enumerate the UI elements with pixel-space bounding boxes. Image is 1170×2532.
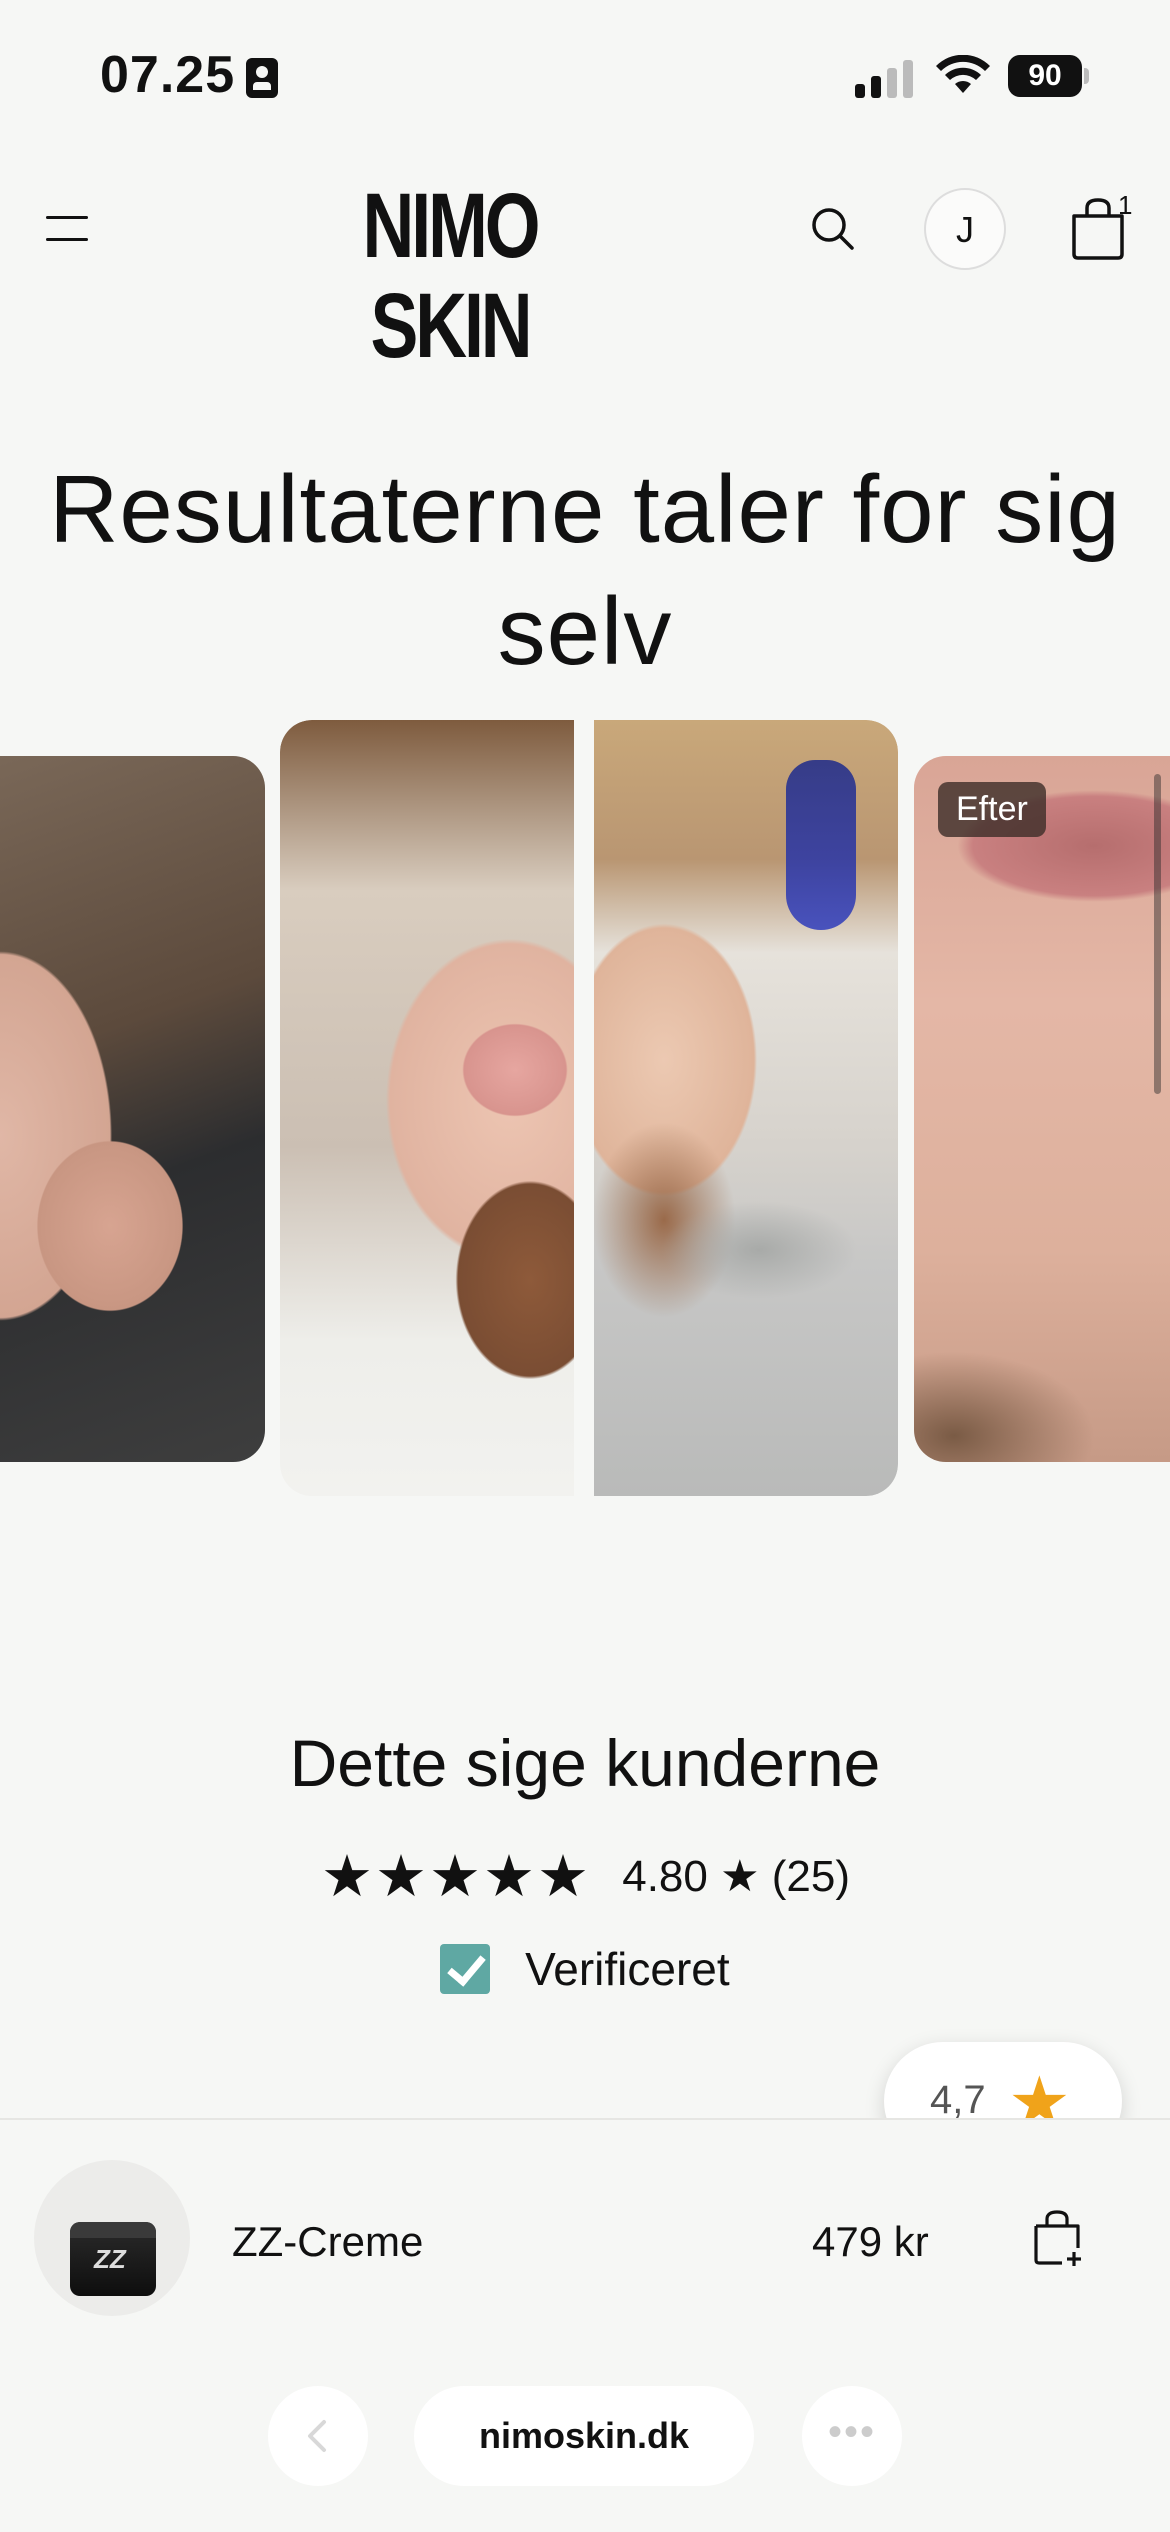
search-icon[interactable] [808, 204, 858, 254]
verified-badge: Verificeret [0, 1938, 1170, 1996]
battery-level: 90 [1008, 55, 1082, 97]
product-thumbnail[interactable] [34, 2160, 190, 2316]
hero-headline: Resultaterne taler for sig selv [49, 456, 1121, 686]
cellular-signal-icon [855, 58, 915, 98]
star-rating-icons: ★★★★★ [320, 1842, 590, 1910]
scrollbar-thumb[interactable] [1154, 774, 1161, 1094]
after-badge: Efter [938, 782, 1046, 837]
account-avatar[interactable]: J [924, 188, 1006, 270]
status-bar: 07.25 90 [0, 0, 1170, 150]
product-jar-image [70, 2222, 156, 2296]
contact-card-icon [246, 58, 278, 98]
verified-label: Verificeret [525, 1942, 730, 1995]
rating-score-text: 4.80 ★ (25) [622, 1851, 850, 1901]
browser-more-button[interactable]: ••• [802, 2386, 902, 2486]
carousel-slide-lips[interactable]: Efter [914, 756, 1170, 1462]
battery-icon: 90 [1008, 55, 1089, 97]
product-name: ZZ-Creme [232, 2218, 424, 2265]
star-icon: ★ [320, 1844, 373, 1909]
after-photo [594, 720, 898, 1496]
widget-rating-value: 4,7 [930, 2078, 986, 2122]
site-logo[interactable]: NIMO SKIN [286, 176, 614, 376]
star-icon: ★ [428, 1844, 481, 1909]
wifi-icon [936, 55, 990, 93]
product-price: 479 kr [812, 2218, 929, 2265]
browser-url-bar[interactable]: nimoskin.dk [414, 2386, 754, 2486]
cart-count-badge: 1 [1118, 190, 1133, 220]
verified-check-icon [440, 1943, 491, 1994]
menu-icon[interactable] [46, 210, 90, 246]
browser-back-button[interactable] [268, 2386, 368, 2486]
chevron-left-icon [308, 2420, 326, 2452]
star-icon: ★ [374, 1844, 427, 1909]
status-time: 07.25 [100, 46, 236, 104]
site-header: NIMO SKIN J 1 [0, 150, 1170, 376]
guitar-in-background [786, 760, 856, 930]
carousel-slide-face-closeup[interactable] [0, 756, 265, 1462]
add-to-cart-icon[interactable] [1028, 2208, 1088, 2268]
results-carousel[interactable]: Efter [0, 720, 1170, 1500]
star-icon: ★ [536, 1844, 589, 1909]
before-photo [280, 720, 574, 1496]
rating-summary[interactable]: ★★★★★ 4.80 ★ (25) [0, 1842, 1170, 1910]
reviews-title: Dette sige kunderne [289, 1726, 881, 1800]
star-icon: ★ [482, 1844, 535, 1909]
carousel-slide-before-after[interactable] [280, 720, 898, 1496]
